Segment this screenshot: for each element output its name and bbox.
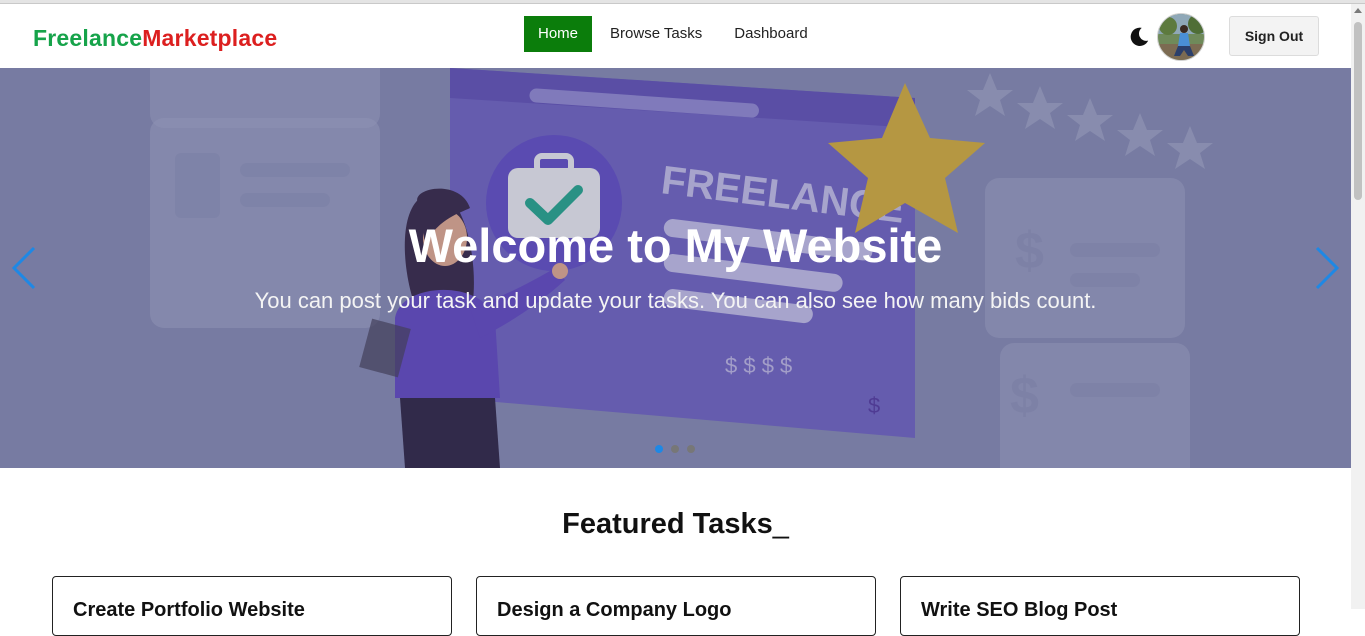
page-scrollbar[interactable]	[1351, 4, 1365, 609]
carousel-prev-arrow-icon[interactable]	[10, 245, 38, 291]
navbar: FreelanceMarketplace Home Browse Tasks D…	[0, 4, 1351, 68]
featured-tasks-heading: Featured Tasks_	[0, 508, 1351, 541]
task-card-title: Create Portfolio Website	[73, 599, 305, 621]
scroll-up-arrow-icon[interactable]	[1354, 8, 1362, 13]
sign-out-button[interactable]: Sign Out	[1229, 16, 1319, 56]
task-card-title: Write SEO Blog Post	[921, 599, 1118, 621]
featured-task-cards: Create Portfolio Website Design a Compan…	[52, 576, 1324, 636]
nav-item-browse-tasks[interactable]: Browse Tasks	[596, 16, 716, 52]
nav-item-dashboard[interactable]: Dashboard	[720, 16, 821, 52]
carousel-pagination	[655, 445, 703, 453]
carousel-next-arrow-icon[interactable]	[1313, 245, 1341, 291]
carousel-dot-1[interactable]	[655, 445, 663, 453]
nav-links: Home Browse Tasks Dashboard	[524, 16, 826, 52]
scrollbar-thumb[interactable]	[1354, 22, 1362, 200]
task-card[interactable]: Design a Company Logo	[476, 576, 876, 636]
nav-item-home[interactable]: Home	[524, 16, 593, 52]
hero-subtitle: You can post your task and update your t…	[254, 288, 1097, 313]
hero-carousel: $ $ FREELANCE $ $ $ $ $ Welcome to My We…	[0, 68, 1351, 468]
task-card[interactable]: Write SEO Blog Post	[900, 576, 1300, 636]
typewriter-cursor: _	[772, 508, 789, 540]
task-card[interactable]: Create Portfolio Website	[52, 576, 452, 636]
moon-icon[interactable]	[1128, 26, 1150, 48]
carousel-dot-3[interactable]	[687, 445, 695, 453]
brand-part-2: Marketplace	[142, 25, 278, 51]
hero-title: Welcome to My Website	[408, 219, 943, 272]
carousel-dot-2[interactable]	[671, 445, 679, 453]
task-card-title: Design a Company Logo	[497, 599, 732, 621]
avatar[interactable]	[1157, 13, 1205, 61]
brand-part-1: Freelance	[33, 25, 143, 51]
brand-logo[interactable]: FreelanceMarketplace	[33, 25, 277, 52]
featured-heading-text: Featured Tasks	[562, 508, 773, 540]
